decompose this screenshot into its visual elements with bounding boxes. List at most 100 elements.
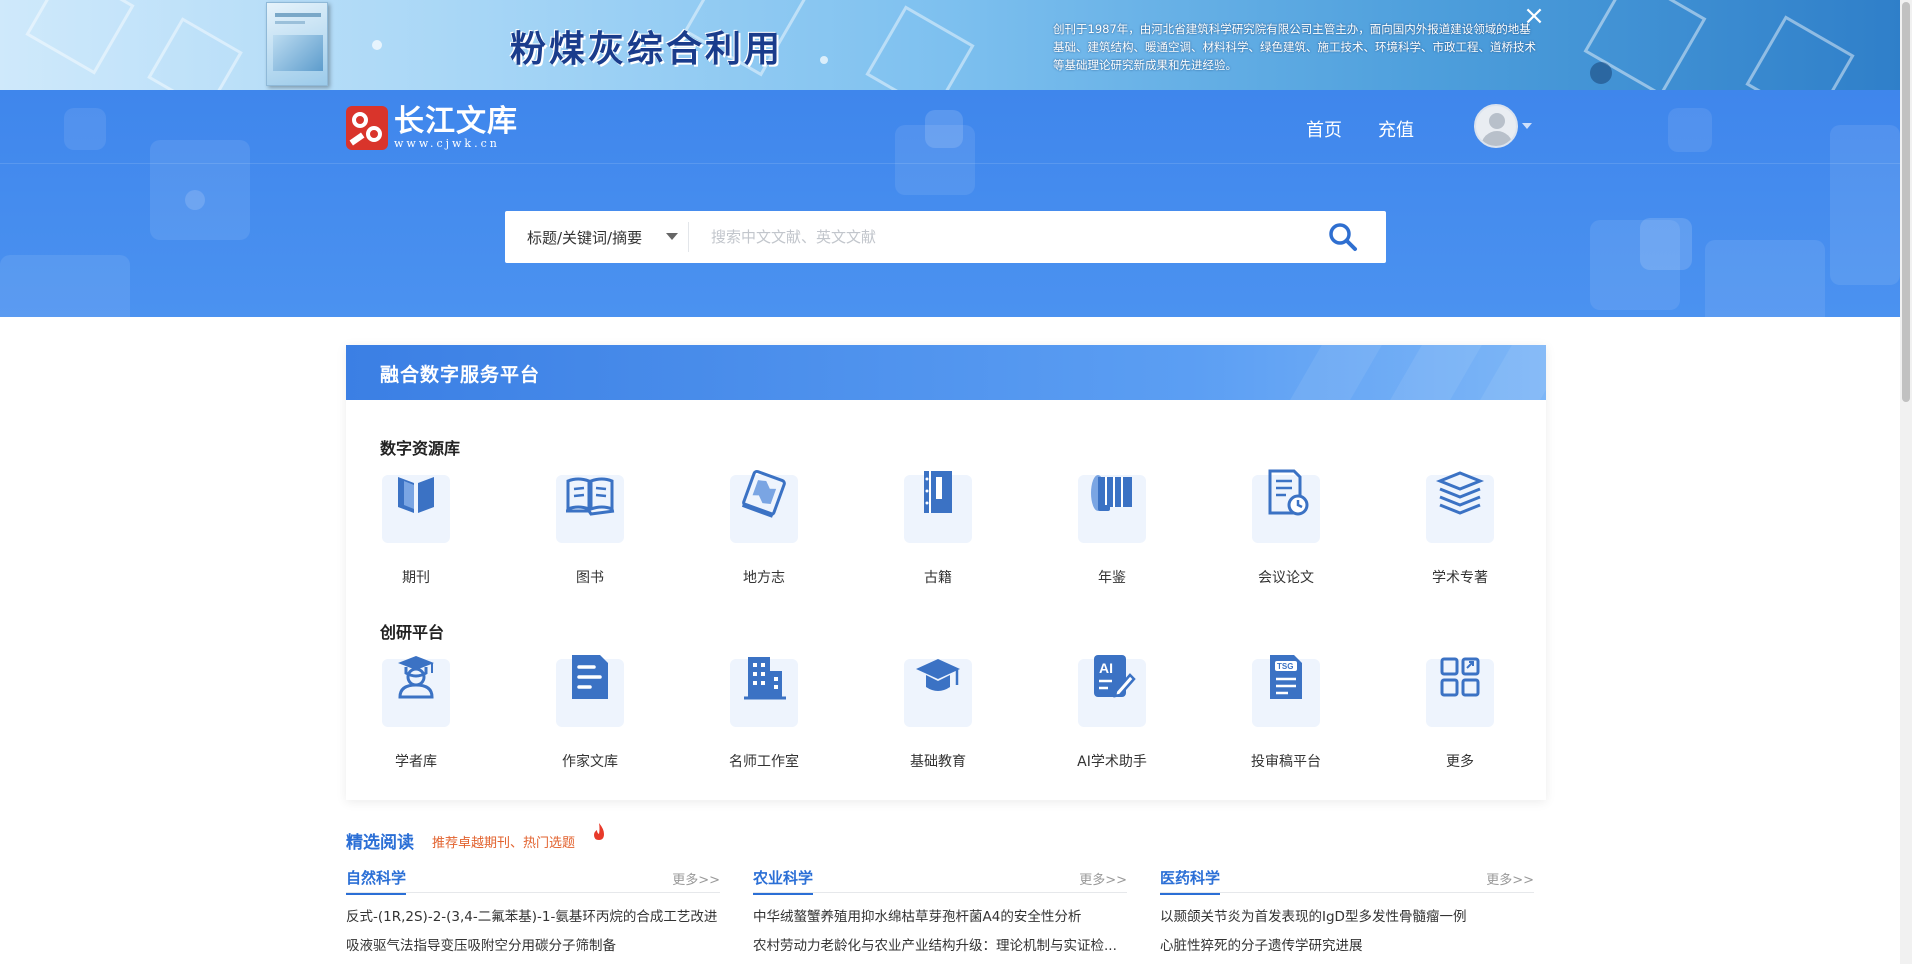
hero-decoration xyxy=(64,108,106,150)
nav-home[interactable]: 首页 xyxy=(1306,116,1342,142)
yearbook-icon xyxy=(1091,475,1132,511)
banner-decoration xyxy=(1590,62,1612,84)
column-title[interactable]: 医药科学 xyxy=(1160,867,1221,895)
hero-decoration xyxy=(1830,125,1900,285)
teacher-studio-icon xyxy=(744,657,786,700)
tile-education[interactable]: 基础教育 xyxy=(868,659,1008,771)
top-banner[interactable]: 粉煤灰综合利用 创刊于1987年，由河北省建筑科学研究院有限公司主管主办，面向国… xyxy=(0,0,1900,90)
tile-gazetteer[interactable]: 地方志 xyxy=(694,469,834,587)
more-link[interactable]: 更多>> xyxy=(1079,869,1127,888)
chevron-down-icon xyxy=(666,233,678,240)
journal-icon xyxy=(398,477,434,513)
article-link[interactable]: 反式-(1R,2S)-2-(3,4-二氟苯基)-1-氨基环丙烷的合成工艺改进 xyxy=(346,909,720,926)
svg-text:TSG: TSG xyxy=(1277,662,1293,671)
submission-icon: TSG xyxy=(1270,655,1302,699)
ai-assistant-icon: AI xyxy=(1094,655,1136,698)
banner-title: 粉煤灰综合利用 xyxy=(510,29,784,70)
featured-column-agriculture: 农业科学 更多>> 中华绒螯蟹养殖用抑水绵枯草芽孢杆菌A4的安全性分析 农村劳动… xyxy=(753,865,1127,955)
banner-decoration xyxy=(25,0,135,75)
tile-yearbook[interactable]: 年鉴 xyxy=(1042,475,1182,587)
column-title[interactable]: 自然科学 xyxy=(346,867,407,895)
tile-more[interactable]: 更多 xyxy=(1390,657,1530,771)
hero-decoration xyxy=(0,255,130,317)
more-link[interactable]: 更多>> xyxy=(1486,869,1534,888)
hero-decoration xyxy=(185,190,205,210)
tile-label: 名师工作室 xyxy=(729,754,799,770)
tile-ancient-book[interactable]: 古籍 xyxy=(868,471,1008,587)
section-label-digital-resources: 数字资源库 xyxy=(380,439,461,458)
tile-label: 更多 xyxy=(1446,754,1474,770)
search-field-select[interactable]: 标题/关键词/摘要 xyxy=(505,211,688,263)
chevron-down-icon[interactable] xyxy=(1522,123,1532,129)
svg-text:AI: AI xyxy=(1099,660,1113,676)
search-field-label: 标题/关键词/摘要 xyxy=(527,228,643,247)
search-input[interactable] xyxy=(689,211,1300,263)
journal-cover-image[interactable] xyxy=(266,2,328,86)
search-button[interactable] xyxy=(1300,211,1386,263)
hero-decoration xyxy=(150,140,250,240)
monograph-icon xyxy=(1435,471,1485,515)
column-title[interactable]: 农业科学 xyxy=(753,867,814,895)
featured-column-natural-science: 自然科学 更多>> 反式-(1R,2S)-2-(3,4-二氟苯基)-1-氨基环丙… xyxy=(346,865,720,955)
education-icon xyxy=(916,659,960,691)
page: 粉煤灰综合利用 创刊于1987年，由河北省建筑科学研究院有限公司主管主办，面向国… xyxy=(0,0,1912,964)
platform-title: 融合数字服务平台 xyxy=(380,364,541,386)
tile-label: 期刊 xyxy=(402,570,430,586)
tile-label: 学者库 xyxy=(395,754,437,770)
featured-column-medicine: 医药科学 更多>> 以颞颌关节炎为首发表现的IgD型多发性骨髓瘤一例 心脏性猝死… xyxy=(1160,865,1534,955)
conference-paper-icon xyxy=(1268,469,1309,516)
hero-decoration xyxy=(925,110,963,148)
fire-icon xyxy=(594,823,604,840)
logo-name: 长江文库 xyxy=(394,104,518,139)
platform-card: 融合数字服务平台 数字资源库 期刊 图书 地方志 古籍 年鉴 会议论文 学术专著… xyxy=(346,345,1546,800)
writer-library-icon xyxy=(572,655,608,699)
header-divider xyxy=(0,163,1900,164)
article-link[interactable]: 心脏性猝死的分子遗传学研究进展 xyxy=(1160,938,1534,955)
tile-label: 年鉴 xyxy=(1098,570,1126,586)
hero-decoration xyxy=(1640,218,1692,270)
header-hero: 长江文库 www.cjwk.cn 首页 充值 标题/关键词/摘要 xyxy=(0,90,1900,317)
tile-teacher-studio[interactable]: 名师工作室 xyxy=(694,657,834,771)
article-link[interactable]: 吸液驱气法指导变压吸附空分用碳分子筛制备 xyxy=(346,938,720,955)
tile-submission[interactable]: TSG 投审稿平台 xyxy=(1216,655,1356,771)
tile-conference-paper[interactable]: 会议论文 xyxy=(1216,469,1356,587)
hero-decoration xyxy=(1705,240,1825,317)
book-icon xyxy=(566,477,615,516)
tile-scholar[interactable]: 学者库 xyxy=(346,656,486,771)
tile-label: 图书 xyxy=(576,570,604,586)
platform-card-header: 融合数字服务平台 xyxy=(346,345,1546,400)
banner-decoration xyxy=(820,56,828,64)
banner-decoration xyxy=(865,5,975,90)
user-avatar-icon[interactable] xyxy=(1474,104,1518,148)
close-icon[interactable]: × xyxy=(1522,3,1546,29)
banner-description: 创刊于1987年，由河北省建筑科学研究院有限公司主管主办，面向国内外报道建设领域… xyxy=(1053,22,1536,72)
tile-ai-assistant[interactable]: AI AI学术助手 xyxy=(1042,655,1182,771)
featured-title: 精选阅读 xyxy=(346,833,414,853)
banner-decoration xyxy=(372,40,382,50)
scrollbar-thumb[interactable] xyxy=(1902,2,1910,402)
tile-book[interactable]: 图书 xyxy=(520,475,660,587)
tile-journal[interactable]: 期刊 xyxy=(346,475,486,587)
tile-monograph[interactable]: 学术专著 xyxy=(1390,471,1530,587)
tile-label: 会议论文 xyxy=(1258,570,1314,586)
search-bar: 标题/关键词/摘要 xyxy=(505,211,1386,263)
article-link[interactable]: 农村劳动力老龄化与农业产业结构升级：理论机制与实证检... xyxy=(753,938,1127,955)
scholar-icon xyxy=(398,656,434,699)
tile-label: 基础教育 xyxy=(910,754,966,770)
tile-writer-library[interactable]: 作家文库 xyxy=(520,655,660,771)
site-logo[interactable]: 长江文库 www.cjwk.cn xyxy=(346,106,518,150)
tile-label: 投审稿平台 xyxy=(1251,754,1321,770)
article-link[interactable]: 中华绒螯蟹养殖用抑水绵枯草芽孢杆菌A4的安全性分析 xyxy=(753,909,1127,926)
more-link[interactable]: 更多>> xyxy=(672,869,720,888)
tile-label: AI学术助手 xyxy=(1077,754,1147,770)
nav-recharge[interactable]: 充值 xyxy=(1378,116,1414,142)
page-scrollbar[interactable] xyxy=(1900,0,1912,964)
logo-icon xyxy=(346,106,388,150)
hero-decoration xyxy=(1668,108,1712,152)
tile-label: 古籍 xyxy=(924,570,952,586)
more-grid-icon xyxy=(1440,657,1480,697)
tile-label: 地方志 xyxy=(743,570,785,586)
gazetteer-icon xyxy=(741,469,786,518)
article-link[interactable]: 以颞颌关节炎为首发表现的IgD型多发性骨髓瘤一例 xyxy=(1160,909,1534,926)
search-icon xyxy=(1329,223,1357,251)
